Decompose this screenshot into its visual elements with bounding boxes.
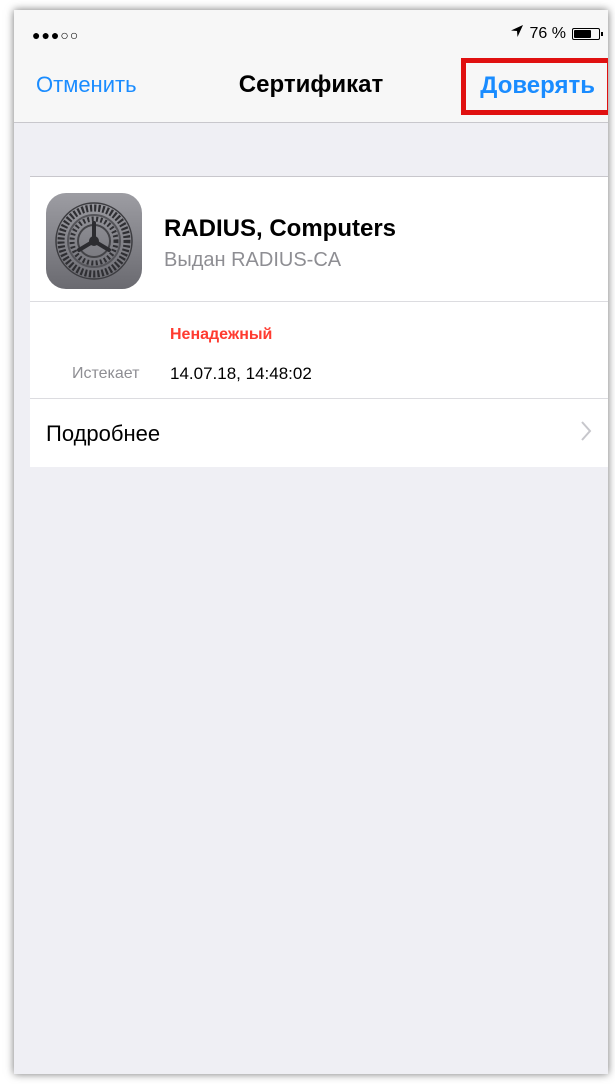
battery-level bbox=[574, 29, 592, 38]
expires-label: Истекает bbox=[72, 365, 140, 382]
status-bar: ●●●○○ 76 % bbox=[14, 10, 608, 52]
settings-gear-icon bbox=[46, 193, 142, 289]
navigation-bar: Отменить Сертификат Доверять bbox=[14, 52, 608, 123]
trust-button[interactable]: Доверять bbox=[461, 58, 608, 115]
certificate-summary: RADIUS, Computers Выдан RADIUS-CA bbox=[30, 177, 608, 302]
certificate-name: RADIUS, Computers bbox=[164, 215, 397, 242]
certificate-issuer: Выдан RADIUS-CA bbox=[164, 249, 342, 271]
chevron-right-icon bbox=[580, 420, 592, 449]
expires-value: 14.07.18, 14:48:02 bbox=[170, 364, 312, 383]
certificate-card: RADIUS, Computers Выдан RADIUS-CA Ненаде… bbox=[30, 176, 608, 467]
battery-icon bbox=[572, 27, 603, 40]
status-right: 76 % bbox=[510, 24, 603, 43]
signal-strength-icon: ●●●○○ bbox=[32, 27, 80, 43]
more-details-row[interactable]: Подробнее bbox=[30, 399, 608, 467]
more-details-label: Подробнее bbox=[46, 421, 161, 446]
certificate-details: Ненадежный Истекает 14.07.18, 14:48:02 bbox=[30, 302, 608, 399]
battery-percent: 76 % bbox=[529, 24, 566, 42]
trust-status: Ненадежный bbox=[170, 326, 273, 343]
location-arrow-icon bbox=[510, 24, 524, 43]
phone-screen: ●●●○○ 76 % Отменить Сертификат Доверять bbox=[14, 10, 608, 1074]
